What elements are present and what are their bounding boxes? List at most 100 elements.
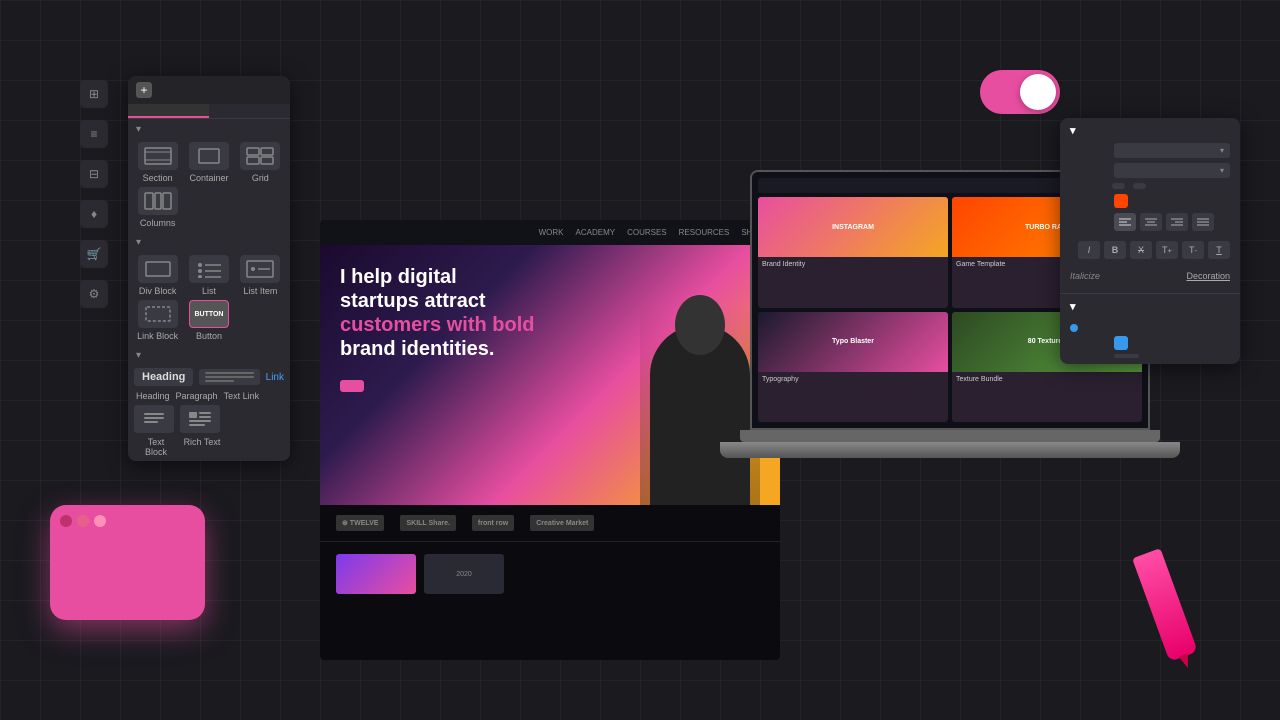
side-icon-cart[interactable]: 🛒 <box>80 240 108 268</box>
toggle-circle <box>1020 74 1056 110</box>
style-buttons: I B X T+ T- T <box>1078 241 1230 259</box>
side-icon-layout[interactable]: ⊟ <box>80 160 108 188</box>
element-list-item[interactable]: List Item <box>237 255 284 296</box>
preview-nav-links: WORK ACADEMY COURSES RESOURCES SHOP <box>539 228 764 237</box>
typography-section-title <box>1070 124 1230 137</box>
align-right-button[interactable] <box>1166 213 1188 231</box>
bg-color-swatch[interactable] <box>1114 336 1128 350</box>
laptop-bottom-bezel <box>740 430 1160 442</box>
preview-headline: I help digital startups attract customer… <box>340 265 760 361</box>
layout-items-grid: Section Container Grid Columns <box>128 138 290 232</box>
add-icon: + <box>136 82 152 98</box>
panel-tabs <box>128 104 290 119</box>
side-icon-diamond[interactable]: ♦ <box>80 200 108 228</box>
element-div-block[interactable]: Div Block <box>134 255 181 296</box>
tab-elements[interactable] <box>128 104 209 118</box>
text-block-label: Text Block <box>136 437 176 457</box>
toggle-switch[interactable] <box>980 70 1060 114</box>
nav-link-courses: COURSES <box>627 228 667 237</box>
bg-color-row <box>1070 336 1230 350</box>
backgrounds-section <box>1060 294 1240 364</box>
italic-button[interactable]: I <box>1078 241 1100 259</box>
style-row: I B X T+ T- T <box>1070 241 1230 264</box>
subscript-button[interactable]: T- <box>1182 241 1204 259</box>
height-input[interactable] <box>1133 183 1146 189</box>
typography-labels: Heading Paragraph Text Link <box>134 391 284 401</box>
element-heading[interactable]: Heading <box>134 368 193 386</box>
color-swatch[interactable] <box>1114 194 1128 208</box>
laptop-card-img-1: INSTAGRAM <box>758 197 948 257</box>
grid-icon <box>240 142 280 170</box>
weight-selector[interactable]: ▾ <box>1114 163 1230 178</box>
element-link-block[interactable]: Link Block <box>134 300 181 341</box>
side-icon-list[interactable]: ≡ <box>80 120 108 148</box>
preview-cta-button[interactable] <box>340 380 364 392</box>
element-container[interactable]: Container <box>185 142 232 183</box>
element-rich-text[interactable] <box>180 405 220 433</box>
div-block-icon <box>138 255 178 283</box>
element-grid[interactable]: Grid <box>237 142 284 183</box>
gradient-item <box>1070 324 1230 332</box>
link-block-icon <box>138 300 178 328</box>
element-list[interactable]: List <box>185 255 232 296</box>
logo-skillshare: SKILL Share. <box>400 515 455 531</box>
align-justify-button[interactable] <box>1192 213 1214 231</box>
text-block-row <box>134 405 284 433</box>
div-block-label: Div Block <box>139 286 177 296</box>
typography-section: ▾ ▾ <box>1060 118 1240 294</box>
bold-button[interactable]: B <box>1104 241 1126 259</box>
laptop-card-title-1: INSTAGRAM <box>832 224 874 231</box>
laptop-base <box>720 442 1180 458</box>
element-paragraph-lines[interactable] <box>199 369 259 385</box>
side-icon-grid[interactable]: ⊞ <box>80 80 108 108</box>
align-center-button[interactable] <box>1140 213 1162 231</box>
logo-creative-market: Creative Market <box>530 515 594 531</box>
bg-clip-selector[interactable] <box>1114 354 1139 358</box>
superscript-button[interactable]: T+ <box>1156 241 1178 259</box>
pink-box-dots <box>50 505 205 537</box>
element-link[interactable]: Link <box>266 372 284 383</box>
heading-label: Heading <box>136 391 170 401</box>
element-button[interactable]: BUTTON Button <box>185 300 232 341</box>
decoration-label[interactable]: Decoration <box>1186 271 1230 281</box>
rich-text-label: Rich Text <box>182 437 222 457</box>
side-icon-bar: ⊞ ≡ ⊟ ♦ 🛒 ⚙ <box>80 80 120 308</box>
align-row <box>1070 213 1230 236</box>
list-label: List <box>202 286 216 296</box>
list-item-label: List Item <box>243 286 277 296</box>
align-buttons <box>1114 213 1214 231</box>
tab-layouts[interactable] <box>209 104 290 118</box>
webflow-preview-panel: WORK ACADEMY COURSES RESOURCES SHOP I he… <box>320 220 780 660</box>
color-row <box>1070 194 1230 208</box>
bg-clip-row <box>1070 354 1230 358</box>
typography-items: Heading Link Heading Paragraph Text Link… <box>128 364 290 461</box>
side-icon-settings[interactable]: ⚙ <box>80 280 108 308</box>
underline-button[interactable]: T <box>1208 241 1230 259</box>
element-section[interactable]: Section <box>134 142 181 183</box>
text-link-label: Text Link <box>224 391 260 401</box>
list-item-icon <box>240 255 280 283</box>
preview-case-studies-title <box>320 542 780 554</box>
button-icon: BUTTON <box>189 300 229 328</box>
section-label-typography <box>128 345 290 364</box>
heading-row: Heading Link <box>134 368 284 386</box>
italicize-label: Italicize <box>1070 271 1100 281</box>
dot-red <box>60 515 72 527</box>
font-selector[interactable]: ▾ <box>1114 143 1230 158</box>
laptop-card-label-1: Brand Identity <box>758 257 948 272</box>
basic-items-grid: Div Block List List Item Link Block BUTT… <box>128 251 290 345</box>
laptop-card-1: INSTAGRAM Brand Identity <box>758 197 948 308</box>
paragraph-label: Paragraph <box>176 391 218 401</box>
laptop-card-title-3: Typo Blaster <box>832 338 874 345</box>
container-icon <box>189 142 229 170</box>
section-label-layout <box>128 119 290 138</box>
element-text-block[interactable] <box>134 405 174 433</box>
laptop-card-img-3: Typo Blaster <box>758 312 948 372</box>
dot-yellow <box>77 515 89 527</box>
add-elements-panel: + Section Container Grid <box>128 76 290 461</box>
strikethrough-button[interactable]: X <box>1130 241 1152 259</box>
columns-label: Columns <box>140 218 176 228</box>
align-left-button[interactable] <box>1114 213 1136 231</box>
element-columns[interactable]: Columns <box>134 187 181 228</box>
size-input[interactable] <box>1112 183 1125 189</box>
